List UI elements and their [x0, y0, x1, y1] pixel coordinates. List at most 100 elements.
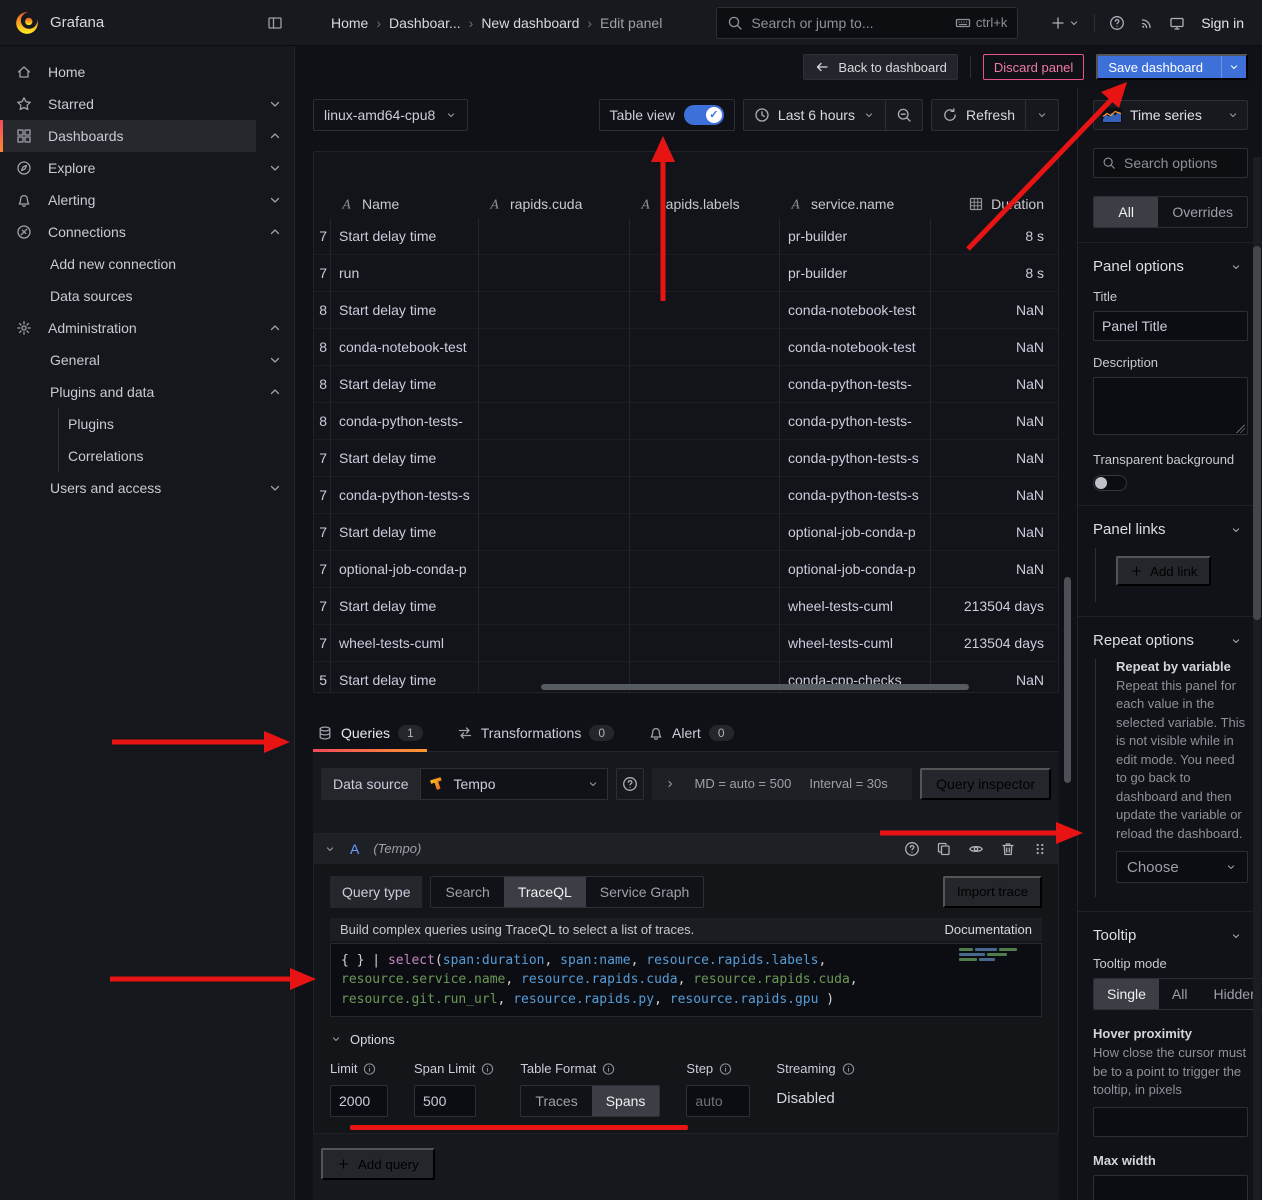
table-format-traces[interactable]: Traces	[521, 1086, 591, 1116]
options-scrollbar-thumb[interactable]	[1253, 246, 1261, 620]
query-type-group: SearchTraceQLService Graph	[430, 876, 704, 908]
datasource-picker[interactable]: Tempo	[420, 768, 608, 800]
breadcrumb-item-new-dashboard[interactable]: New dashboard	[481, 15, 579, 31]
collapse-chevron-icon[interactable]	[324, 841, 336, 857]
sidebar-item-explore[interactable]: Explore	[0, 152, 294, 184]
sidebar-item-general[interactable]: General	[0, 344, 294, 376]
sidebar-item-data-sources[interactable]: Data sources	[0, 280, 294, 312]
max-width-input[interactable]	[1093, 1175, 1248, 1200]
plus-icon	[1050, 15, 1066, 31]
sidebar-item-home[interactable]: Home	[0, 56, 294, 88]
span-limit-input[interactable]	[414, 1085, 476, 1117]
column-header-rapids-labels[interactable]: Arapids.labels	[630, 190, 780, 218]
add-query-button[interactable]: Add query	[321, 1148, 435, 1180]
text-field-icon: A	[487, 196, 503, 212]
sign-in-button[interactable]: Sign in	[1201, 15, 1244, 31]
query-options-toggle[interactable]: Options	[330, 1031, 1042, 1047]
brand-name[interactable]: Grafana	[50, 14, 104, 31]
discard-panel-button[interactable]: Discard panel	[983, 54, 1085, 80]
add-link-button[interactable]: Add link	[1116, 556, 1211, 586]
chevron-right-icon[interactable]	[664, 776, 676, 792]
help-icon[interactable]	[1109, 15, 1125, 31]
editor-scrollbar[interactable]	[1064, 577, 1071, 783]
breadcrumb: Home›Dashboar...›New dashboard›Edit pane…	[331, 15, 662, 31]
filter-tab-overrides[interactable]: Overrides	[1158, 197, 1247, 227]
cog-icon	[16, 320, 32, 336]
back-to-dashboard-button[interactable]: Back to dashboard	[803, 54, 957, 80]
delete-query-icon[interactable]	[1000, 841, 1016, 857]
search-options-input[interactable]: Search options	[1093, 148, 1248, 178]
sidebar-item-add-new-connection[interactable]: Add new connection	[0, 248, 294, 280]
tooltip-mode-single[interactable]: Single	[1094, 979, 1159, 1009]
query-type-search[interactable]: Search	[431, 877, 503, 907]
column-header-rapids-cuda[interactable]: Arapids.cuda	[479, 190, 630, 218]
table-cell: Start delay time	[331, 588, 479, 624]
visualization-picker[interactable]: Time series	[1093, 100, 1248, 130]
tab-transformations[interactable]: Transformations0	[453, 716, 618, 751]
datasource-help-button[interactable]	[616, 768, 644, 800]
sidebar-item-administration[interactable]: Administration	[0, 312, 294, 344]
drag-handle-icon[interactable]	[1032, 841, 1048, 857]
section-panel-links[interactable]: Panel links	[1093, 521, 1248, 538]
sidebar-toggle-icon[interactable]	[267, 15, 283, 31]
transparent-background-toggle[interactable]	[1093, 475, 1127, 491]
sidebar-item-correlations[interactable]: Correlations	[0, 440, 294, 472]
column-header-service-name[interactable]: Aservice.name	[780, 190, 931, 218]
section-tooltip[interactable]: Tooltip	[1093, 927, 1248, 944]
tooltip-mode-all[interactable]: All	[1159, 979, 1201, 1009]
new-button[interactable]	[1050, 15, 1080, 31]
table-view-toggle[interactable]: ✓	[684, 105, 724, 125]
breadcrumb-item-edit-panel[interactable]: Edit panel	[600, 15, 662, 31]
limit-input[interactable]	[330, 1085, 388, 1117]
table-format-spans[interactable]: Spans	[592, 1086, 660, 1116]
time-range-picker[interactable]: Last 6 hours	[744, 100, 885, 130]
hover-proximity-label: Hover proximity	[1093, 1026, 1248, 1041]
sidebar-item-alerting[interactable]: Alerting	[0, 184, 294, 216]
column-header-duration[interactable]: Duration	[931, 190, 1058, 218]
query-card-header[interactable]: A (Tempo)	[314, 834, 1058, 864]
column-header-name[interactable]: AName	[331, 190, 479, 218]
sidebar-item-users-and-access[interactable]: Users and access	[0, 472, 294, 504]
table-row: 7conda-python-tests-sconda-python-tests-…	[314, 477, 1058, 514]
documentation-link[interactable]: Documentation	[945, 922, 1032, 937]
breadcrumb-item-home[interactable]: Home	[331, 15, 368, 31]
repeat-variable-select[interactable]: Choose	[1116, 851, 1248, 883]
import-trace-button[interactable]: Import trace	[943, 876, 1042, 908]
horizontal-scrollbar[interactable]	[541, 684, 969, 690]
sidebar-item-starred[interactable]: Starred	[0, 88, 294, 120]
hide-query-icon[interactable]	[968, 841, 984, 857]
table-row: 7optional-job-conda-poptional-job-conda-…	[314, 551, 1058, 588]
tab-queries[interactable]: Queries1	[313, 716, 427, 751]
section-panel-options[interactable]: Panel options	[1093, 258, 1248, 275]
sidebar-item-plugins-and-data[interactable]: Plugins and data	[0, 376, 294, 408]
section-repeat-options[interactable]: Repeat options	[1093, 632, 1248, 649]
global-search-input[interactable]: Search or jump to... ctrl+k	[716, 7, 1018, 39]
save-dashboard-caret[interactable]	[1221, 56, 1246, 78]
refresh-interval-caret[interactable]	[1025, 100, 1058, 130]
table-cell	[479, 292, 630, 328]
description-textarea[interactable]	[1093, 377, 1248, 435]
filter-tab-all[interactable]: All	[1094, 197, 1158, 227]
help-icon[interactable]	[904, 841, 920, 857]
hover-proximity-input[interactable]	[1093, 1107, 1248, 1137]
save-dashboard-button[interactable]: Save dashboard	[1096, 54, 1248, 80]
grafana-logo-icon[interactable]	[14, 10, 40, 36]
variable-selector[interactable]: linux-amd64-cpu8	[313, 99, 468, 131]
zoom-out-button[interactable]	[885, 100, 922, 130]
table-cell	[630, 218, 780, 254]
tab-alert[interactable]: Alert0	[644, 716, 737, 751]
breadcrumb-item-dashboar[interactable]: Dashboar...	[389, 15, 461, 31]
news-icon[interactable]	[1139, 15, 1155, 31]
refresh-button[interactable]: Refresh	[932, 100, 1025, 130]
sidebar-item-connections[interactable]: Connections	[0, 216, 294, 248]
traceql-code-editor[interactable]: { } | select(span:duration, span:name, r…	[330, 943, 1042, 1018]
query-inspector-button[interactable]: Query inspector	[920, 768, 1051, 800]
display-icon[interactable]	[1169, 15, 1185, 31]
sidebar-item-plugins[interactable]: Plugins	[0, 408, 294, 440]
query-type-service-graph[interactable]: Service Graph	[586, 877, 703, 907]
query-type-traceql[interactable]: TraceQL	[504, 877, 586, 907]
duplicate-icon[interactable]	[936, 841, 952, 857]
panel-title-input[interactable]	[1093, 311, 1248, 341]
step-input[interactable]	[686, 1085, 750, 1117]
sidebar-item-dashboards[interactable]: Dashboards	[0, 120, 294, 152]
